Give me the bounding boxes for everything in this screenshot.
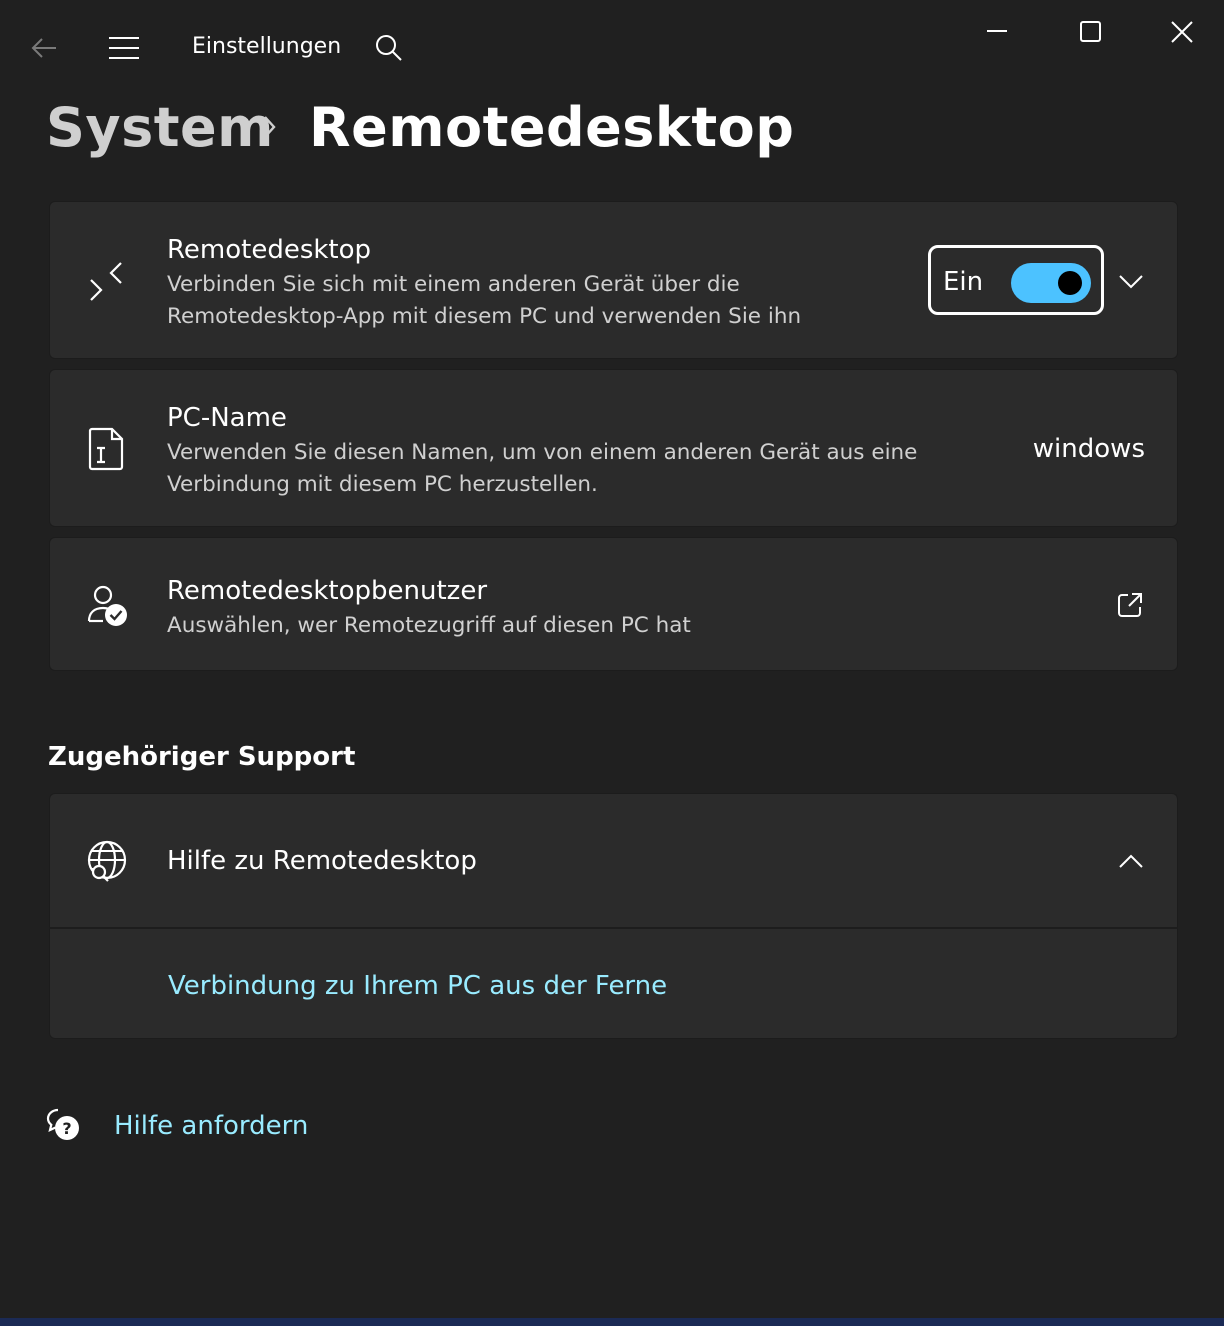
app-title: Einstellungen xyxy=(192,34,342,59)
page-title: Remotedesktop xyxy=(309,96,795,159)
get-help-icon[interactable]: ? xyxy=(46,1107,82,1147)
hamburger-menu-icon[interactable] xyxy=(108,36,140,60)
chevron-down-icon[interactable] xyxy=(1118,272,1144,290)
help-expander-content: Verbindung zu Ihrem PC aus der Ferne xyxy=(49,929,1178,1039)
close-icon[interactable] xyxy=(1170,20,1194,44)
remote-users-desc: Auswählen, wer Remotezugriff auf diesen … xyxy=(167,613,691,638)
svg-text:?: ? xyxy=(62,1119,71,1138)
help-expander-header[interactable]: Hilfe zu Remotedesktop xyxy=(49,793,1178,927)
maximize-icon[interactable] xyxy=(1079,20,1103,44)
user-check-icon xyxy=(86,584,130,628)
chevron-up-icon[interactable] xyxy=(1118,852,1144,870)
pc-name-title: PC-Name xyxy=(167,403,287,433)
remote-desktop-desc-line1: Verbinden Sie sich mit einem anderen Ger… xyxy=(167,272,740,297)
remote-users-card[interactable]: Remotedesktopbenutzer Auswählen, wer Rem… xyxy=(49,537,1178,671)
chevron-right-icon xyxy=(262,114,278,144)
toggle-state-label: Ein xyxy=(943,267,984,297)
minimize-icon[interactable] xyxy=(986,20,1008,44)
pc-name-desc-line1: Verwenden Sie diesen Namen, um von einem… xyxy=(167,440,918,465)
remote-desktop-title: Remotedesktop xyxy=(167,235,372,265)
toggle-knob xyxy=(1058,271,1082,295)
external-link-icon[interactable] xyxy=(1116,591,1144,619)
toggle-track[interactable] xyxy=(1011,263,1091,303)
remote-users-title: Remotedesktopbenutzer xyxy=(167,576,488,606)
taskbar-edge xyxy=(0,1318,1224,1326)
remote-desktop-icon xyxy=(86,260,128,304)
section-heading-support: Zugehöriger Support xyxy=(48,742,356,772)
remote-desktop-desc-line2: Remotedesktop-App mit diesem PC und verw… xyxy=(167,304,802,329)
globe-search-icon xyxy=(86,840,128,882)
get-help-link[interactable]: Hilfe anfordern xyxy=(114,1111,308,1141)
breadcrumb-system[interactable]: System xyxy=(46,96,274,159)
pc-name-card: PC-Name Verwenden Sie diesen Namen, um v… xyxy=(49,369,1178,527)
pc-name-icon xyxy=(86,426,126,472)
search-icon[interactable] xyxy=(374,33,404,63)
pc-name-desc-line2: Verbindung mit diesem PC herzustellen. xyxy=(167,472,598,497)
remote-desktop-toggle[interactable]: Ein xyxy=(928,245,1104,315)
help-expander-title: Hilfe zu Remotedesktop xyxy=(167,846,477,876)
pc-name-value: windows xyxy=(1032,434,1145,464)
remote-desktop-card[interactable]: Remotedesktop Verbinden Sie sich mit ein… xyxy=(49,201,1178,359)
back-arrow-icon[interactable] xyxy=(30,34,58,62)
help-link-remote-connection[interactable]: Verbindung zu Ihrem PC aus der Ferne xyxy=(168,971,667,1001)
